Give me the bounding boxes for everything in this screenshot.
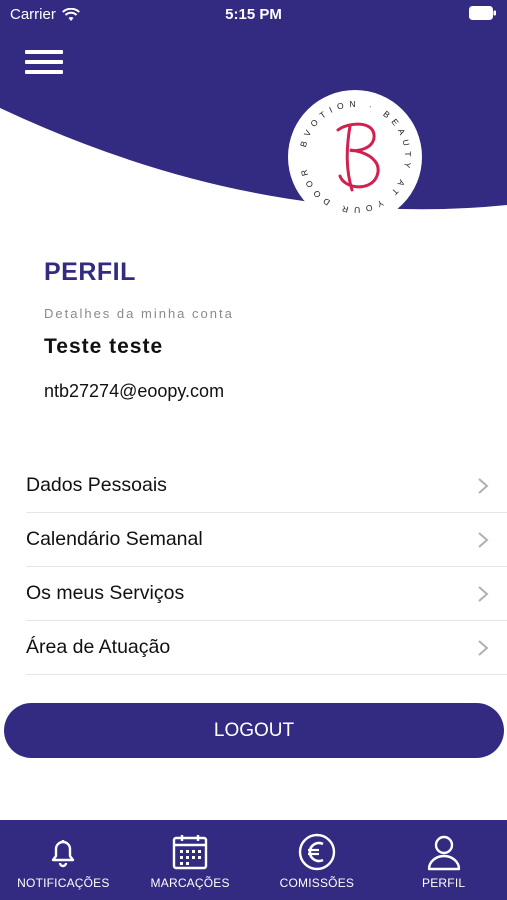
euro-icon xyxy=(298,833,336,871)
menu-item-label: Dados Pessoais xyxy=(26,474,167,496)
bvotion-logo: BVOTION · BEAUTY AT YOUR DOOR xyxy=(288,90,422,224)
menu-item-os-meus-servicos[interactable]: Os meus Serviços xyxy=(26,567,507,621)
user-icon xyxy=(427,835,460,871)
menu-item-label: Calendário Semanal xyxy=(26,528,203,550)
menu-item-calendario-semanal[interactable]: Calendário Semanal xyxy=(26,513,507,567)
tab-label: COMISSÕES xyxy=(279,876,355,890)
logo-text: BVOTION · BEAUTY AT YOUR DOOR xyxy=(297,99,407,215)
menu-item-label: Os meus Serviços xyxy=(26,582,185,604)
header-background xyxy=(0,0,507,210)
profile-menu-list: Dados Pessoais Calendário Semanal Os meu… xyxy=(26,459,507,675)
hamburger-menu-icon[interactable] xyxy=(25,50,63,76)
user-email: ntb27274@eoopy.com xyxy=(44,381,225,401)
svg-text:BVOTION · BEAUTY AT YOUR DOOR: BVOTION · BEAUTY AT YOUR DOOR xyxy=(297,99,413,215)
user-name: Teste teste xyxy=(44,335,164,358)
battery-icon xyxy=(469,6,497,24)
tab-label: MARCAÇÕES xyxy=(150,876,230,890)
menu-item-area-de-atuacao[interactable]: Área de Atuação xyxy=(26,621,507,675)
bell-icon xyxy=(52,840,75,868)
chevron-right-icon xyxy=(478,477,489,494)
status-bar: Carrier 5:15 PM xyxy=(0,0,507,28)
chevron-right-icon xyxy=(478,585,489,602)
tab-label: NOTIFICAÇÕES xyxy=(17,876,110,890)
chevron-right-icon xyxy=(478,531,489,548)
page-title: PERFIL xyxy=(44,258,136,286)
tab-label: PERFIL xyxy=(422,876,466,890)
menu-item-label: Área de Atuação xyxy=(26,636,171,658)
page-subtitle: Detalhes da minha conta xyxy=(44,306,234,321)
tab-perfil[interactable]: PERFIL xyxy=(380,820,507,900)
logout-button[interactable]: LOGOUT xyxy=(4,703,504,758)
tab-marcacoes[interactable]: MARCAÇÕES xyxy=(127,820,254,900)
tab-notificacoes[interactable]: NOTIFICAÇÕES xyxy=(0,820,127,900)
status-time: 5:15 PM xyxy=(225,6,282,23)
bottom-tab-bar: NOTIFICAÇÕES MARCAÇÕES COMISSÕES PERFIL xyxy=(0,820,507,900)
calendar-icon xyxy=(172,835,208,870)
chevron-right-icon xyxy=(478,639,489,656)
tab-comissoes[interactable]: COMISSÕES xyxy=(254,820,381,900)
menu-item-dados-pessoais[interactable]: Dados Pessoais xyxy=(26,459,507,513)
